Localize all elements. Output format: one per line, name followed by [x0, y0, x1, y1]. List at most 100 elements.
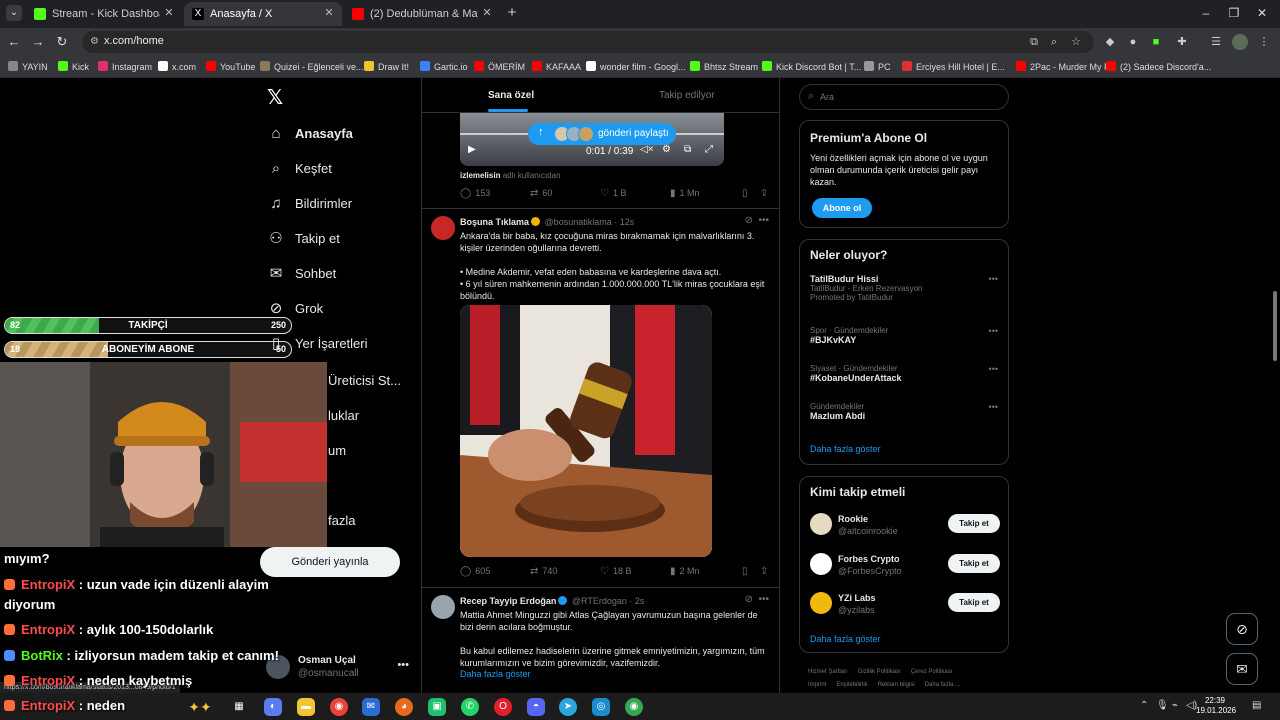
footer-link[interactable]: Erişilebilirlik	[836, 682, 867, 688]
taskbar-clock[interactable]: 22:39 19.01.2026	[1196, 696, 1236, 716]
share-button[interactable]: ⇪	[760, 188, 772, 199]
bookmark-item[interactable]: KAFAAA	[532, 61, 581, 75]
grok-fab-icon[interactable]: ⊘	[1226, 613, 1258, 645]
network-icon[interactable]: ⌁	[1172, 700, 1178, 711]
install-app-icon[interactable]: ⧉	[1026, 34, 1042, 50]
discord-icon[interactable]: ◓	[527, 698, 545, 716]
follow-button[interactable]: Takip et	[948, 554, 1000, 573]
trend-item[interactable]: TatilBudur Hissi TatilBudur - Erken Rezer…	[810, 274, 1000, 304]
footer-link[interactable]: Daha fazla ...	[925, 682, 960, 688]
suggestion-handle[interactable]: @yzilabs	[838, 605, 875, 615]
like-button[interactable]: ♡ 1 B	[600, 188, 626, 199]
more-icon[interactable]: •••	[397, 659, 409, 671]
restore-icon[interactable]: ❐	[1226, 5, 1242, 21]
bookmark-item[interactable]: Kick	[58, 61, 89, 75]
chrome-active-icon[interactable]: ◉	[625, 698, 643, 716]
bookmark-item[interactable]: Gartic.io	[420, 61, 468, 75]
author-name[interactable]: Boşuna Tıklama	[460, 217, 529, 227]
reading-list-icon[interactable]: ☰	[1208, 34, 1224, 50]
footer-link[interactable]: Gizlilik Politikası	[858, 669, 901, 675]
views-button[interactable]: ▮ 2 Mn	[670, 566, 700, 577]
more-icon[interactable]: •••	[989, 402, 998, 412]
trend-item[interactable]: Spor · Gündemdekiler #BJKvKAY •••	[810, 326, 1000, 356]
settings-icon[interactable]: ⚙	[662, 144, 671, 155]
app-icon[interactable]: ◎	[592, 698, 610, 716]
bookmark-item[interactable]: Bhtsz Stream	[690, 61, 758, 75]
firefox-icon[interactable]: ◕	[395, 698, 413, 716]
bookmark-item[interactable]: Instagram	[98, 61, 152, 75]
bookmark-item[interactable]: Quizei - Eğlenceli ve...	[260, 61, 364, 75]
footer-link[interactable]: Çerez Politikası	[911, 669, 953, 675]
suggestion-name[interactable]: YZi Labs	[838, 593, 876, 603]
avatar[interactable]	[431, 595, 455, 619]
more-icon[interactable]: •••	[758, 215, 769, 226]
like-button[interactable]: ♡ 18 B	[600, 566, 631, 577]
back-arrow-icon[interactable]: ←	[6, 34, 22, 50]
bookmark-item[interactable]: YouTube	[206, 61, 255, 75]
author-handle-time[interactable]: @RTErdogan · 2s	[572, 596, 645, 606]
profile-avatar[interactable]	[1232, 34, 1248, 50]
close-icon[interactable]: ✕	[322, 6, 336, 20]
tab-x-home[interactable]: X Anasayfa / X ✕	[184, 2, 342, 26]
bookmark-item[interactable]: 2Pac - Murder My F...	[1016, 61, 1116, 75]
address-bar[interactable]: ⚙ x.com/home	[82, 31, 1094, 53]
bookmark-item[interactable]: YAYIN	[8, 61, 48, 75]
footer-link[interactable]: Hizmet Şartları	[808, 669, 848, 675]
avatar[interactable]	[810, 553, 832, 575]
avatar[interactable]	[431, 216, 455, 240]
trend-item[interactable]: Siyaset · Gündemdekiler #KobaneUnderAttac…	[810, 364, 1000, 394]
tab-following[interactable]: Takip edilyor	[659, 90, 715, 101]
author-name[interactable]: Recep Tayyip Erdoğan	[460, 596, 556, 606]
more-icon[interactable]: •••	[989, 326, 998, 336]
new-posts-pill[interactable]: ↑ gönderi paylaştı	[528, 123, 676, 145]
more-icon[interactable]: •••	[758, 594, 769, 605]
post-image[interactable]	[460, 305, 712, 557]
bookmark-item[interactable]: PC	[864, 61, 891, 75]
follow-button[interactable]: Takip et	[948, 514, 1000, 533]
new-tab-button[interactable]: +	[504, 5, 520, 21]
reply-button[interactable]: ◯ 605	[460, 566, 490, 577]
bookmark-item[interactable]: Erciyes Hill Hotel | E...	[902, 61, 1005, 75]
menu-dots-icon[interactable]: ⋮	[1256, 34, 1272, 50]
bookmark-item[interactable]: ÖMERİM	[474, 61, 525, 75]
x-logo-icon[interactable]: 𝕏	[264, 87, 286, 109]
bookmark-item[interactable]: x.com	[158, 61, 196, 75]
more-icon[interactable]: •••	[989, 364, 998, 374]
suggestion-name[interactable]: Rookie	[838, 514, 868, 524]
telegram-icon[interactable]: ➤	[559, 698, 577, 716]
more-icon[interactable]: •••	[989, 274, 998, 284]
play-icon[interactable]: ▶	[468, 144, 476, 155]
outlook-icon[interactable]: ✉	[362, 698, 380, 716]
close-icon[interactable]: ✕	[162, 6, 176, 20]
footer-link[interactable]: Imprint	[808, 682, 826, 688]
views-button[interactable]: ▮ 1 Mn	[670, 188, 700, 199]
opera-icon[interactable]: O	[494, 698, 512, 716]
follow-suggestion[interactable]: Forbes Crypto @ForbesCrypto Takip et	[810, 551, 1000, 579]
tab-youtube[interactable]: (2) Dedublüman & Mavzer Tab ✕	[344, 2, 500, 26]
tray-overflow-icon[interactable]: ⌃	[1140, 700, 1148, 711]
star-icon[interactable]: ☆	[1068, 34, 1084, 50]
repost-button[interactable]: ⇄ 60	[530, 188, 552, 199]
extension-icon[interactable]: ◆	[1102, 34, 1118, 50]
show-more-link[interactable]: Daha fazla göster	[810, 444, 881, 454]
trend-item[interactable]: Gündemdekiler Mazlum Abdi •••	[810, 402, 1000, 432]
site-info-icon[interactable]: ⚙	[90, 36, 102, 48]
suggestion-name[interactable]: Forbes Crypto	[838, 554, 900, 564]
reply-button[interactable]: ◯ 153	[460, 188, 490, 199]
notifications-icon[interactable]: ▤	[1252, 700, 1261, 711]
grok-icon[interactable]: ⊘	[745, 215, 753, 226]
avatar[interactable]	[810, 513, 832, 535]
page-scrollbar[interactable]	[1272, 78, 1278, 693]
follow-suggestion[interactable]: YZi Labs @yzilabs Takip et	[810, 590, 1000, 618]
pip-icon[interactable]: ⧉	[684, 144, 691, 155]
bookmark-button[interactable]: ▯	[742, 188, 752, 199]
extensions-puzzle-icon[interactable]: ✚	[1174, 34, 1190, 50]
fullscreen-icon[interactable]: ⤢	[705, 144, 713, 155]
scrollbar-thumb[interactable]	[1273, 291, 1277, 361]
avatar[interactable]	[810, 592, 832, 614]
footer-link[interactable]: Reklam bilgisi	[878, 682, 915, 688]
search-input[interactable]: ⌕ Ara	[799, 84, 1009, 110]
tab-for-you[interactable]: Sana özel	[488, 90, 534, 101]
bookmark-item[interactable]: wonder film - Googl...	[586, 61, 686, 75]
bookmark-item[interactable]: (2) Sadece Discord'a...	[1106, 61, 1211, 75]
